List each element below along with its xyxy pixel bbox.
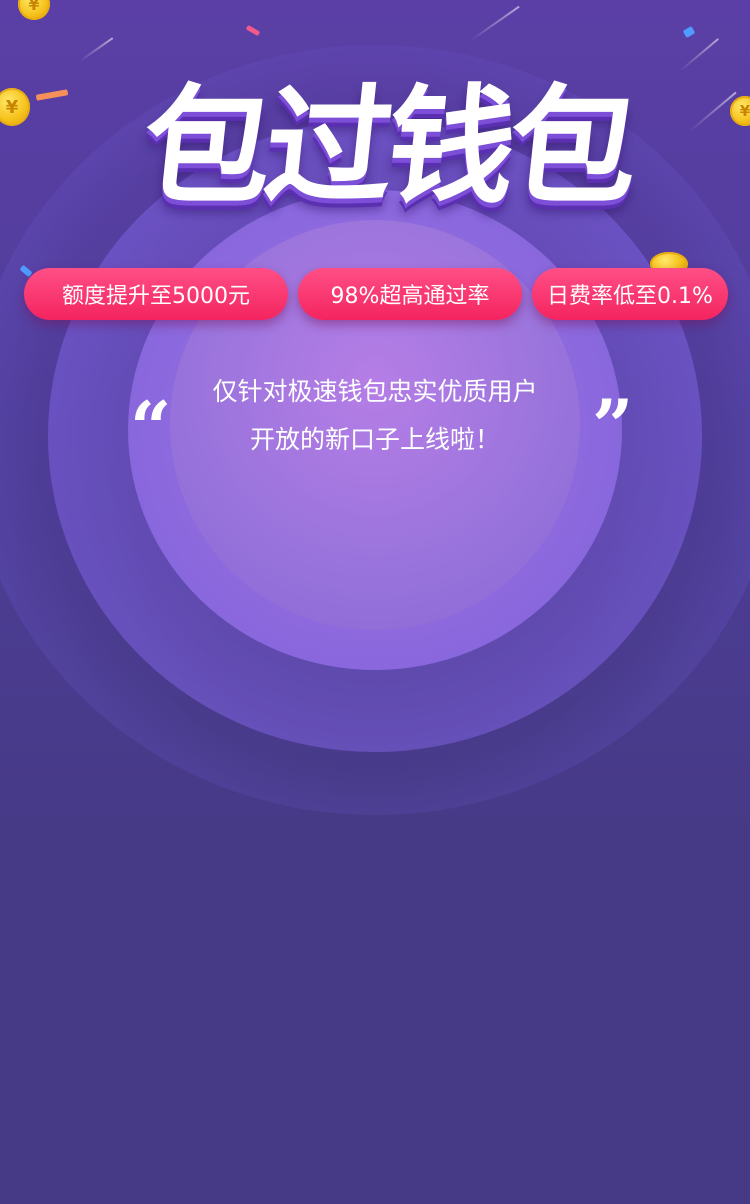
hero-title-text: 包过钱包 — [135, 73, 640, 222]
slogan-line-1: 仅针对极速钱包忠实优质用户 — [212, 377, 538, 406]
tag-label: 日费率低至0.1% — [547, 284, 713, 309]
tag-label: 额度提升至5000元 — [62, 284, 250, 309]
tag-label: 98%超高通过率 — [330, 284, 490, 309]
slogan-line-2: 开放的新口子上线啦！ — [249, 425, 500, 454]
close-quote-icon: ” — [592, 383, 634, 468]
hero-title: 包过钱包 — [95, 68, 680, 238]
tag-daily-rate: 日费率低至0.1% — [532, 268, 728, 320]
tag-credit-limit: 额度提升至5000元 — [24, 268, 288, 320]
open-quote-icon: “ — [130, 385, 172, 470]
tag-approval-rate: 98%超高通过率 — [298, 268, 522, 320]
